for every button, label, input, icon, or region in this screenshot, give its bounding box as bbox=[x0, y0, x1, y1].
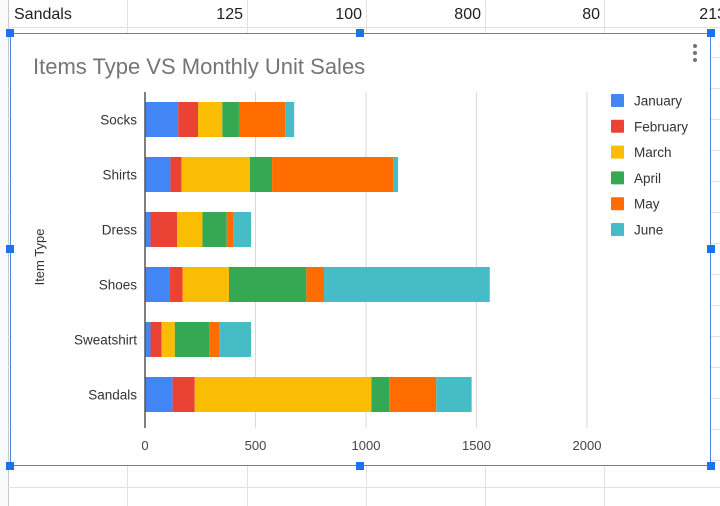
y-tick-label: Shirts bbox=[102, 168, 137, 183]
bar-segment-june bbox=[393, 157, 399, 192]
legend-swatch-april bbox=[611, 171, 624, 185]
y-tick-label: Sweatshirt bbox=[74, 333, 137, 348]
resize-handle-bottom-right[interactable] bbox=[707, 462, 715, 470]
cell-march[interactable]: 800 bbox=[366, 0, 485, 27]
x-tick-label: 1500 bbox=[462, 438, 491, 453]
legend-label: May bbox=[634, 197, 660, 212]
bar-segment-march bbox=[182, 267, 229, 302]
bar-segment-april bbox=[228, 267, 307, 302]
row-divider bbox=[8, 487, 720, 488]
legend-swatch-june bbox=[611, 223, 624, 236]
bar-segment-march bbox=[177, 212, 203, 247]
bar-segment-april bbox=[249, 157, 273, 192]
y-tick-label: Dress bbox=[102, 223, 138, 238]
bar-segment-april bbox=[222, 102, 239, 137]
legend-label: February bbox=[634, 119, 688, 134]
bar-segment-may bbox=[389, 377, 437, 412]
bar-segment-march bbox=[194, 377, 372, 412]
legend-label: March bbox=[634, 145, 672, 160]
bar-segment-may bbox=[306, 267, 325, 302]
x-tick-label: 2000 bbox=[573, 438, 602, 453]
bar-segment-january bbox=[145, 267, 170, 302]
bar-segment-june bbox=[324, 267, 490, 302]
bar-segment-february bbox=[172, 377, 195, 412]
resize-handle-left[interactable] bbox=[6, 245, 14, 253]
bar-segment-april bbox=[174, 322, 210, 357]
bar-segment-february bbox=[170, 157, 182, 192]
legend-swatch-january bbox=[611, 94, 624, 107]
legend-swatch-march bbox=[611, 145, 624, 159]
bar-segment-january bbox=[145, 212, 151, 247]
y-tick-label: Shoes bbox=[99, 278, 138, 293]
resize-handle-top-left[interactable] bbox=[6, 29, 14, 37]
chart-plot: 0 500 1000 1500 2000 Socks Shirts Dress Shoes Swe… bbox=[32, 92, 688, 453]
bar-segment-june bbox=[285, 102, 295, 137]
x-tick-label: 500 bbox=[245, 438, 267, 453]
y-tick-label: Socks bbox=[100, 113, 137, 128]
bar-segment-may bbox=[226, 212, 234, 247]
resize-handle-right[interactable] bbox=[707, 245, 715, 253]
bar-segment-march bbox=[198, 102, 223, 137]
x-tick-label: 1000 bbox=[352, 438, 381, 453]
chart-container[interactable]: Items Type VS Monthly Unit Sales 0 500 100… bbox=[10, 33, 711, 466]
sheet-row-sandals: Sandals 125 100 800 80 213 bbox=[8, 0, 720, 28]
bar-segment-february bbox=[150, 212, 178, 247]
bar-segment-january bbox=[145, 102, 179, 137]
bar-segment-january bbox=[145, 322, 151, 357]
cell-april[interactable]: 80 bbox=[485, 0, 604, 27]
resize-handle-top-right[interactable] bbox=[707, 29, 715, 37]
row-header-strip bbox=[0, 0, 9, 506]
bar-segment-june bbox=[219, 322, 252, 357]
bar-segment-june bbox=[233, 212, 252, 247]
resize-handle-bottom[interactable] bbox=[356, 462, 364, 470]
legend-label: April bbox=[634, 171, 661, 186]
cell-february[interactable]: 100 bbox=[247, 0, 366, 27]
bar-segment-january bbox=[145, 157, 171, 192]
legend-swatch-may bbox=[611, 197, 624, 211]
bar-segment-april bbox=[202, 212, 227, 247]
y-axis-label: Item Type bbox=[32, 229, 47, 286]
cell-january[interactable]: 125 bbox=[127, 0, 247, 27]
bar-segment-may bbox=[272, 157, 394, 192]
cell-may[interactable]: 213 bbox=[604, 0, 720, 27]
legend-label: January bbox=[634, 94, 682, 109]
y-tick-label: Sandals bbox=[88, 388, 137, 403]
cell-item[interactable]: Sandals bbox=[10, 0, 129, 27]
bar-segment-march bbox=[181, 157, 250, 192]
legend-label: June bbox=[634, 223, 663, 238]
bar-segment-april bbox=[371, 377, 390, 412]
bar-segment-january bbox=[145, 377, 173, 412]
bar-segment-march bbox=[161, 322, 175, 357]
bar-segment-june bbox=[436, 377, 472, 412]
bar-segment-february bbox=[169, 267, 183, 302]
bar-segment-february bbox=[150, 322, 162, 357]
bar-segment-february bbox=[178, 102, 199, 137]
legend-swatch-february bbox=[611, 119, 624, 133]
resize-handle-top[interactable] bbox=[356, 29, 364, 37]
bar-segment-may bbox=[209, 322, 220, 357]
bar-segment-may bbox=[238, 102, 286, 137]
x-tick-label: 0 bbox=[141, 438, 148, 453]
resize-handle-bottom-left[interactable] bbox=[6, 462, 14, 470]
